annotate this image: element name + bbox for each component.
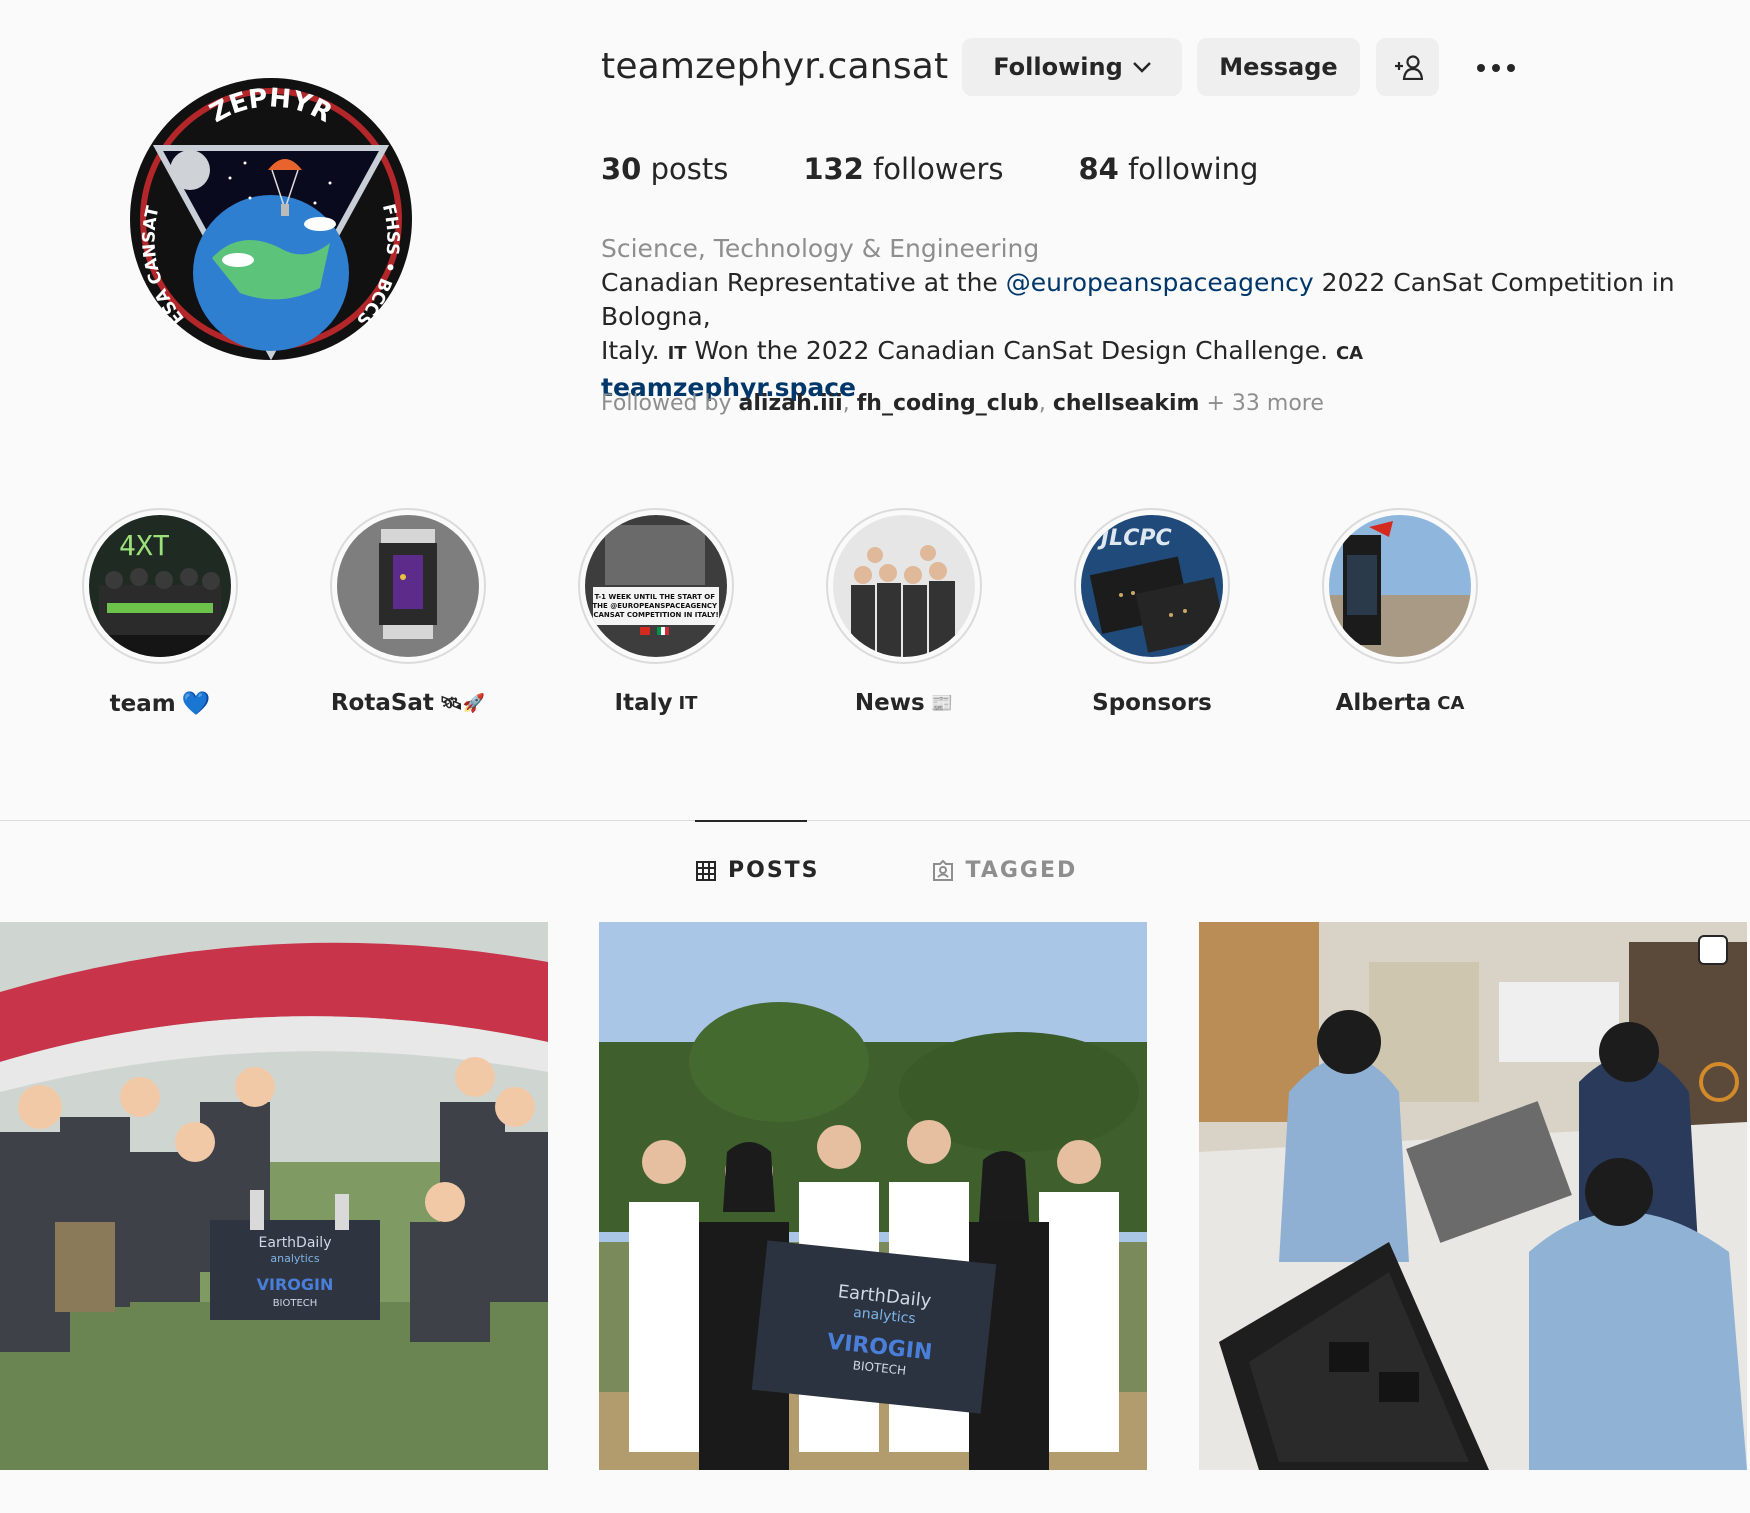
flag-it-icon: IT bbox=[678, 692, 698, 714]
follower-user-2[interactable]: fh_coding_club bbox=[857, 391, 1039, 416]
banner-text-line1: EarthDaily bbox=[259, 1235, 332, 1251]
mention-link[interactable]: @europeanspaceagency bbox=[1006, 268, 1314, 297]
tab-tagged-label: TAGGED bbox=[965, 858, 1078, 883]
flag-ca: CA bbox=[1335, 343, 1364, 364]
highlight-label: Sponsors bbox=[1092, 690, 1212, 716]
grid-icon bbox=[696, 860, 716, 881]
message-button-label: Message bbox=[1219, 53, 1338, 81]
following-button[interactable]: Following bbox=[962, 38, 1182, 96]
sponsors-text: JLCPC bbox=[1097, 526, 1172, 551]
more-options-icon[interactable] bbox=[1466, 50, 1526, 86]
highlight-news[interactable]: News 📰 bbox=[826, 508, 982, 717]
followers-link[interactable]: 132 followers bbox=[803, 152, 1003, 186]
posts-count: 30 posts bbox=[601, 152, 729, 186]
banner-text-line2: analytics bbox=[270, 1252, 319, 1265]
banner-text-line4: BIOTECH bbox=[273, 1298, 318, 1309]
follower-user-3[interactable]: chellseakim bbox=[1053, 391, 1200, 416]
banner-text-line3: VIROGIN bbox=[257, 1275, 334, 1294]
tagged-icon bbox=[932, 859, 953, 881]
highlight-team[interactable]: 4XT team 💙 bbox=[82, 508, 238, 717]
highlight-label: Alberta bbox=[1335, 690, 1432, 716]
post-thumbnail[interactable]: EarthDaily analytics VIROGIN BIOTECH bbox=[599, 922, 1147, 1470]
suggested-accounts-button[interactable] bbox=[1376, 38, 1439, 96]
highlight-label: Italy bbox=[614, 690, 673, 716]
blue-heart-icon: 💙 bbox=[181, 691, 211, 717]
story-highlights: 4XT team 💙 RotaSat 🛰🚀 T-1 WEEK UNTIL THE… bbox=[82, 508, 1478, 717]
satellite-rocket-icon: 🛰🚀 bbox=[439, 692, 486, 714]
bio-line-1: Canadian Representative at the @european… bbox=[601, 268, 1675, 331]
highlight-label: RotaSat bbox=[330, 690, 434, 716]
tab-posts-label: POSTS bbox=[728, 858, 820, 883]
profile-category: Science, Technology & Engineering bbox=[601, 234, 1040, 263]
profile-bio: Science, Technology & Engineering Canadi… bbox=[601, 232, 1721, 405]
profile-avatar[interactable]: ZEPHYR ESA CANSAT FHSS • BCCS bbox=[130, 78, 412, 361]
bio-line-2: Italy. IT Won the 2022 Canadian CanSat D… bbox=[601, 336, 1364, 365]
add-person-icon bbox=[1394, 55, 1423, 80]
profile-username: teamzephyr.cansat bbox=[601, 46, 949, 87]
newspaper-icon: 📰 bbox=[930, 692, 954, 714]
follower-user-1[interactable]: alizah.iii bbox=[738, 391, 842, 416]
followed-by[interactable]: Followed by alizah.iii, fh_coding_club, … bbox=[601, 391, 1324, 416]
highlight-alberta[interactable]: Alberta CA bbox=[1322, 508, 1478, 717]
message-button[interactable]: Message bbox=[1197, 38, 1360, 96]
svg-text:4XT: 4XT bbox=[119, 529, 170, 562]
following-link[interactable]: 84 following bbox=[1079, 152, 1259, 186]
active-tab-indicator bbox=[695, 820, 807, 822]
carousel-icon bbox=[1698, 935, 1728, 965]
profile-tabs: POSTS TAGGED bbox=[696, 858, 1077, 883]
chevron-down-icon bbox=[1132, 62, 1151, 73]
highlight-italy[interactable]: T-1 WEEK UNTIL THE START OF THE @EUROPEA… bbox=[578, 508, 734, 717]
highlight-label: team bbox=[109, 690, 176, 717]
italy-banner-text: T-1 WEEK UNTIL THE START OF THE @EUROPEA… bbox=[592, 593, 719, 619]
post-thumbnail[interactable] bbox=[1199, 922, 1747, 1470]
post-thumbnail[interactable]: EarthDaily analytics VIROGIN BIOTECH bbox=[0, 922, 548, 1470]
highlight-rotasat[interactable]: RotaSat 🛰🚀 bbox=[330, 508, 486, 717]
flag-ca-icon: CA bbox=[1437, 692, 1465, 714]
flag-it: IT bbox=[667, 343, 687, 364]
tab-posts[interactable]: POSTS bbox=[696, 858, 820, 883]
highlight-label: News bbox=[854, 690, 925, 716]
following-button-label: Following bbox=[993, 53, 1123, 81]
tab-tagged[interactable]: TAGGED bbox=[932, 858, 1078, 883]
highlight-sponsors[interactable]: JLCPC Sponsors bbox=[1074, 508, 1230, 717]
tabs-divider bbox=[0, 820, 1750, 821]
profile-stats: 30 posts 132 followers 84 following bbox=[601, 152, 1333, 186]
